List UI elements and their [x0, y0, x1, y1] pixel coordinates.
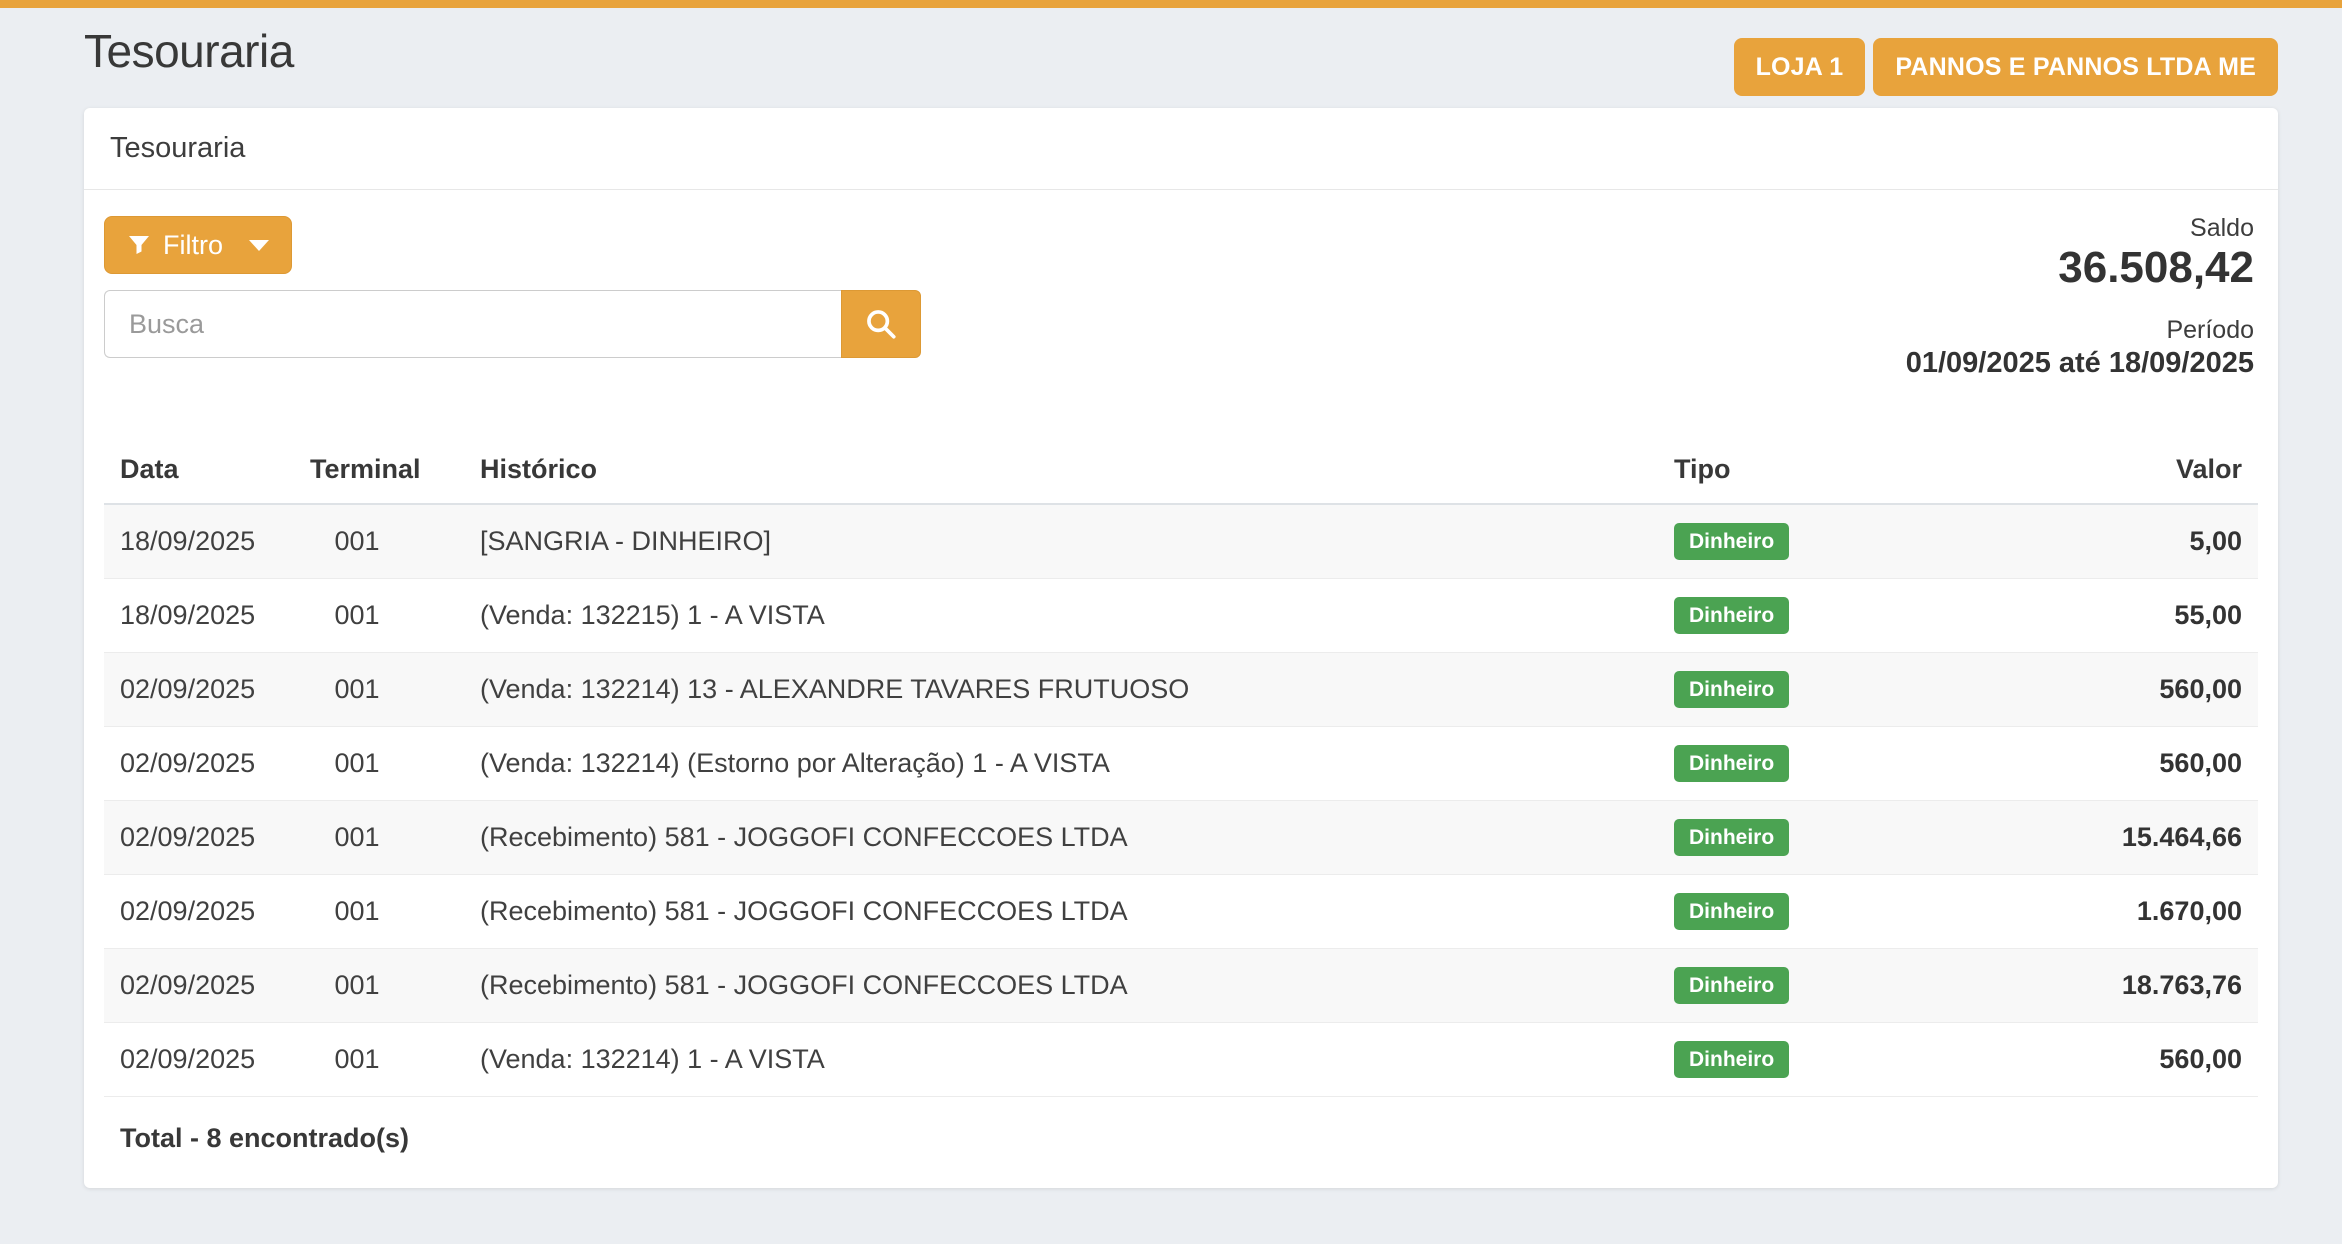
store-button-company[interactable]: PANNOS E PANNOS LTDA ME: [1873, 38, 2278, 96]
cell-valor: 560,00: [1978, 726, 2258, 800]
cell-historico: [SANGRIA - DINHEIRO]: [464, 504, 1658, 578]
cell-historico: (Recebimento) 581 - JOGGOFI CONFECCOES L…: [464, 874, 1658, 948]
store-buttons: LOJA 1 PANNOS E PANNOS LTDA ME: [1734, 38, 2278, 96]
cell-historico: (Venda: 132214) 1 - A VISTA: [464, 1022, 1658, 1096]
search-icon: [864, 307, 898, 341]
card-header-title: Tesouraria: [84, 108, 2278, 190]
filter-dropdown-button[interactable]: Filtro: [104, 216, 292, 274]
cell-terminal: 001: [294, 874, 464, 948]
table-body: 18/09/2025 001 [SANGRIA - DINHEIRO] Dinh…: [104, 504, 2258, 1096]
column-header-historico: Histórico: [464, 436, 1658, 504]
tipo-badge: Dinheiro: [1674, 745, 1789, 782]
tesouraria-card: Tesouraria Filtro: [84, 108, 2278, 1188]
cell-terminal: 001: [294, 652, 464, 726]
page-header: Tesouraria LOJA 1 PANNOS E PANNOS LTDA M…: [84, 8, 2278, 108]
saldo-value: 36.508,42: [1906, 243, 2254, 294]
cell-data: 02/09/2025: [104, 948, 294, 1022]
column-header-valor: Valor: [1978, 436, 2258, 504]
filter-button-label: Filtro: [163, 230, 223, 261]
filter-icon: [127, 233, 151, 257]
cell-terminal: 001: [294, 504, 464, 578]
cell-valor: 1.670,00: [1978, 874, 2258, 948]
cell-valor: 560,00: [1978, 1022, 2258, 1096]
cell-data: 02/09/2025: [104, 1022, 294, 1096]
cell-data: 18/09/2025: [104, 578, 294, 652]
cell-historico: (Venda: 132215) 1 - A VISTA: [464, 578, 1658, 652]
cell-data: 02/09/2025: [104, 800, 294, 874]
table-row[interactable]: 02/09/2025 001 (Venda: 132214) (Estorno …: [104, 726, 2258, 800]
cell-data: 02/09/2025: [104, 652, 294, 726]
card-body: Filtro: [84, 190, 2278, 1188]
table-header: Data Terminal Histórico Tipo Valor: [104, 436, 2258, 504]
table-row[interactable]: 02/09/2025 001 (Recebimento) 581 - JOGGO…: [104, 948, 2258, 1022]
cell-terminal: 001: [294, 948, 464, 1022]
periodo-value: 01/09/2025 até 18/09/2025: [1906, 345, 2254, 383]
tipo-badge: Dinheiro: [1674, 1041, 1789, 1078]
table-row[interactable]: 02/09/2025 001 (Recebimento) 581 - JOGGO…: [104, 800, 2258, 874]
saldo-label: Saldo: [1906, 214, 2254, 243]
page-container: Tesouraria LOJA 1 PANNOS E PANNOS LTDA M…: [0, 8, 2342, 1188]
page-title: Tesouraria: [84, 24, 294, 78]
transactions-table: Data Terminal Histórico Tipo Valor 18/09…: [104, 436, 2258, 1097]
cell-valor: 560,00: [1978, 652, 2258, 726]
cell-historico: (Recebimento) 581 - JOGGOFI CONFECCOES L…: [464, 800, 1658, 874]
table-row[interactable]: 18/09/2025 001 (Venda: 132215) 1 - A VIS…: [104, 578, 2258, 652]
summary-panel: Saldo 36.508,42 Período 01/09/2025 até 1…: [1906, 214, 2258, 382]
caret-down-icon: [249, 240, 269, 251]
cell-terminal: 001: [294, 578, 464, 652]
cell-historico: (Venda: 132214) (Estorno por Alteração) …: [464, 726, 1658, 800]
tipo-badge: Dinheiro: [1674, 819, 1789, 856]
tipo-badge: Dinheiro: [1674, 523, 1789, 560]
tipo-badge: Dinheiro: [1674, 597, 1789, 634]
column-header-tipo: Tipo: [1658, 436, 1978, 504]
table-row[interactable]: 02/09/2025 001 (Venda: 132214) 1 - A VIS…: [104, 1022, 2258, 1096]
search-input[interactable]: [104, 290, 841, 358]
search-group: [104, 290, 921, 358]
table-footer-total: Total - 8 encontrado(s): [104, 1097, 2258, 1188]
cell-data: 02/09/2025: [104, 874, 294, 948]
cell-valor: 55,00: [1978, 578, 2258, 652]
cell-data: 02/09/2025: [104, 726, 294, 800]
tipo-badge: Dinheiro: [1674, 671, 1789, 708]
cell-terminal: 001: [294, 726, 464, 800]
table-row[interactable]: 02/09/2025 001 (Venda: 132214) 13 - ALEX…: [104, 652, 2258, 726]
cell-terminal: 001: [294, 1022, 464, 1096]
tipo-badge: Dinheiro: [1674, 967, 1789, 1004]
top-accent-bar: [0, 0, 2342, 8]
cell-historico: (Venda: 132214) 13 - ALEXANDRE TAVARES F…: [464, 652, 1658, 726]
table-row[interactable]: 02/09/2025 001 (Recebimento) 581 - JOGGO…: [104, 874, 2258, 948]
store-button-loja[interactable]: LOJA 1: [1734, 38, 1866, 96]
periodo-label: Período: [1906, 316, 2254, 345]
cell-valor: 15.464,66: [1978, 800, 2258, 874]
search-button[interactable]: [841, 290, 921, 358]
cell-valor: 18.763,76: [1978, 948, 2258, 1022]
column-header-terminal: Terminal: [294, 436, 464, 504]
toolbar-left: Filtro: [104, 216, 921, 358]
cell-terminal: 001: [294, 800, 464, 874]
table-row[interactable]: 18/09/2025 001 [SANGRIA - DINHEIRO] Dinh…: [104, 504, 2258, 578]
toolbar: Filtro: [104, 216, 2258, 382]
tipo-badge: Dinheiro: [1674, 893, 1789, 930]
cell-historico: (Recebimento) 581 - JOGGOFI CONFECCOES L…: [464, 948, 1658, 1022]
cell-data: 18/09/2025: [104, 504, 294, 578]
cell-valor: 5,00: [1978, 504, 2258, 578]
column-header-data: Data: [104, 436, 294, 504]
